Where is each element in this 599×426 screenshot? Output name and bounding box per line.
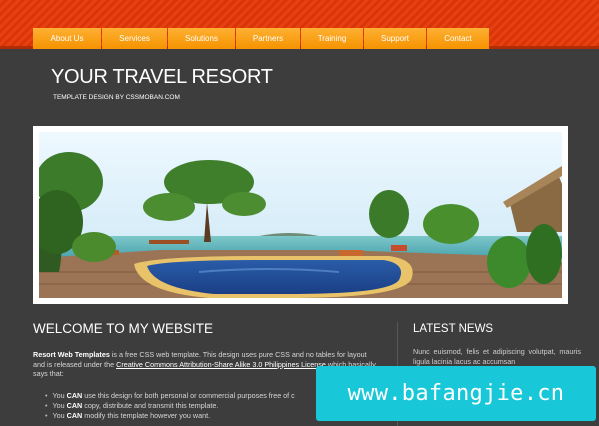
nav-support[interactable]: Support — [364, 28, 426, 49]
intro-strong: Resort Web Templates — [33, 350, 110, 359]
list-item: You CAN use this design for both persona… — [45, 391, 295, 401]
nav-contact[interactable]: Contact — [427, 28, 489, 49]
site-title: YOUR TRAVEL RESORT — [51, 66, 273, 88]
nav-services[interactable]: Services — [102, 28, 167, 49]
news-text: Nunc euismod, felis et adipiscing volutp… — [413, 347, 581, 366]
bullet-strong: CAN — [66, 391, 83, 400]
bullet-strong: CAN — [66, 411, 83, 421]
site-subtitle: TEMPLATE DESIGN BY CSSMOBAN.COM — [53, 94, 180, 101]
main-nav: About Us Services Solutions Partners Tra… — [33, 28, 490, 49]
nav-partners[interactable]: Partners — [236, 28, 300, 49]
bullet-prefix: You — [52, 411, 67, 421]
bullet-text: use this design for both personal or com… — [82, 391, 295, 400]
bullet-prefix: You — [52, 401, 67, 411]
list-item: You CAN modify this template however you… — [45, 411, 295, 421]
bullet-strong: CAN — [66, 401, 83, 411]
watermark-badge: www.bafangjie.cn — [316, 366, 596, 421]
welcome-heading: WELCOME TO MY WEBSITE — [33, 321, 214, 336]
nav-about-us[interactable]: About Us — [33, 28, 101, 49]
bullet-text: modify this template however you want. — [82, 411, 211, 421]
permissions-list: You CAN use this design for both persona… — [45, 391, 295, 422]
resort-pool-photo — [39, 132, 562, 298]
license-link[interactable]: Creative Commons Attribution-Share Alike… — [116, 360, 326, 369]
bullet-prefix: You — [52, 391, 67, 400]
list-item: You CAN copy, distribute and transmit th… — [45, 401, 295, 411]
news-heading: LATEST NEWS — [413, 323, 494, 335]
bullet-text: copy, distribute and transmit this templ… — [82, 401, 219, 411]
nav-training[interactable]: Training — [301, 28, 363, 49]
banner-frame — [33, 126, 568, 304]
nav-solutions[interactable]: Solutions — [168, 28, 235, 49]
